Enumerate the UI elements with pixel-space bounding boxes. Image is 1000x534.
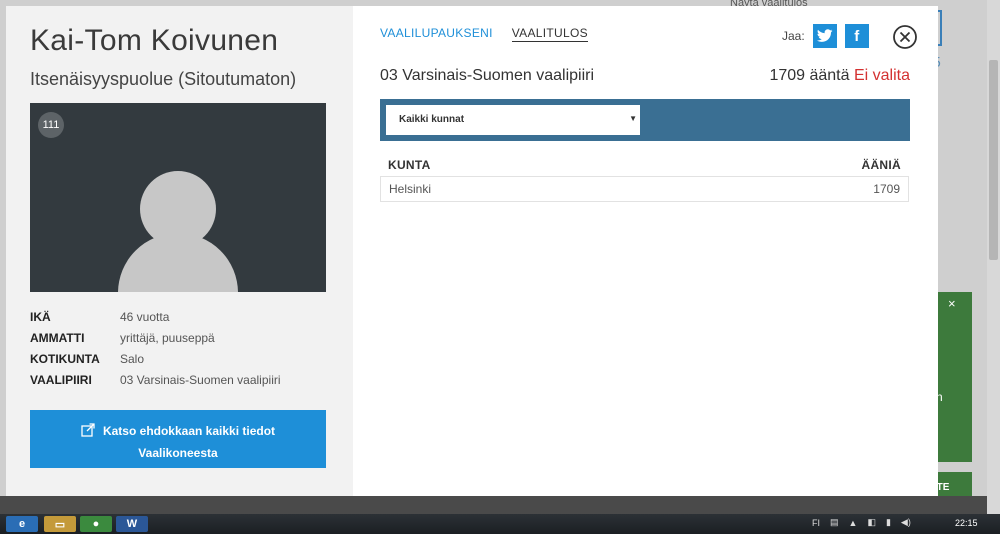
info-label: VAALIPIIRI [30,372,92,387]
background-overlay-strip [0,496,1000,514]
info-value: yrittäjä, puuseppä [120,330,215,345]
candidate-info: IKÄ 46 vuotta AMMATTI yrittäjä, puuseppä… [30,306,281,390]
results-table: KUNTA ÄÄNIÄ Helsinki 1709 [380,154,909,202]
scrollbar-thumb[interactable] [989,60,998,260]
municipality-select[interactable]: Kaikki kunnat ▼ [386,105,640,135]
info-label: AMMATTI [30,330,85,345]
candidate-party: Itsenäisyyspuolue (Sitoutumaton) [30,69,297,89]
info-label: KOTIKUNTA [30,351,100,366]
volume-icon[interactable]: ◀) [901,517,911,528]
os-taskbar: e ▭ ● W FI ▤ ▲ ◧ ▮ ◀) 22:15 [0,514,1000,534]
keyboard-icon[interactable]: ▤ [830,517,839,528]
view-all-details-button[interactable]: Katso ehdokkaan kaikki tiedot Vaalikonee… [30,410,326,468]
electoral-district: 03 Varsinais-Suomen vaalipiiri [380,67,595,84]
language-indicator[interactable]: FI [812,518,820,528]
page-scrollbar[interactable] [987,0,1000,514]
avatar-placeholder-body [118,233,238,292]
info-value: 03 Varsinais-Suomen vaalipiiri [120,372,281,387]
system-tray: FI ▤ ▲ ◧ ▮ ◀) [812,517,911,528]
candidate-name: Kai-Tom Koivunen [30,24,279,57]
filter-bar: Kaikki kunnat ▼ [380,99,910,141]
column-header-votes: ÄÄNIÄ [861,158,901,172]
tab-election-result[interactable]: VAALITULOS [511,26,588,42]
tab-bar: VAALILUPAUKSENI VAALITULOS [380,26,588,42]
candidate-number-badge: 111 [38,112,64,138]
result-panel: VAALILUPAUKSENI VAALITULOS Jaa: f 03 Var… [353,6,938,496]
background-green-close-icon: × [948,296,956,311]
cta-label-1: Katso ehdokkaan kaikki tiedot [102,424,276,438]
twitter-share-button[interactable] [812,24,837,48]
info-label: IKÄ [30,309,51,324]
info-row-occupation: AMMATTI yrittäjä, puuseppä [30,327,281,348]
chrome-icon[interactable]: ● [80,516,112,532]
info-value: Salo [120,351,145,366]
internet-explorer-icon[interactable]: e [6,516,38,532]
cell-municipality: Helsinki [389,182,432,196]
external-link-icon [81,423,95,437]
twitter-icon [816,29,833,42]
signal-icon[interactable]: ▮ [886,517,891,528]
select-value: Kaikki kunnat [399,114,465,125]
info-row-municipality: KOTIKUNTA Salo [30,348,281,369]
facebook-share-button[interactable]: f [844,24,869,48]
tray-arrow-icon[interactable]: ▲ [849,518,858,528]
word-icon[interactable]: W [116,516,148,532]
candidate-photo: 111 [30,103,326,292]
system-clock[interactable]: 22:15 [955,518,978,528]
table-header: KUNTA ÄÄNIÄ [380,154,909,176]
info-row-age: IKÄ 46 vuotta [30,306,281,327]
network-icon[interactable]: ◧ [867,517,876,528]
cta-line-1: Katso ehdokkaan kaikki tiedot [30,420,326,442]
share-label: Jaa: [782,29,805,43]
share-bar: Jaa: f [782,24,869,48]
close-modal-button[interactable] [892,24,918,50]
background-green-panel [938,292,972,462]
tab-election-promises[interactable]: VAALILUPAUKSENI [380,26,493,42]
facebook-icon: f [854,27,860,45]
candidate-panel: Kai-Tom Koivunen Itsenäisyyspuolue (Sito… [6,6,353,496]
vote-count: 1709 ääntä [769,67,850,84]
file-explorer-icon[interactable]: ▭ [44,516,76,532]
column-header-municipality: KUNTA [388,158,431,172]
vote-summary: 1709 ääntä Ei valita [769,67,910,85]
candidate-modal: Kai-Tom Koivunen Itsenäisyyspuolue (Sito… [6,6,938,496]
cta-label-2: Vaalikoneesta [138,446,218,460]
dropdown-caret-icon: ▼ [629,114,637,123]
cell-votes: 1709 [873,182,900,196]
info-value: 46 vuotta [120,309,170,324]
election-status: Ei valita [853,67,910,84]
table-row: Helsinki 1709 [380,176,909,202]
info-row-district: VAALIPIIRI 03 Varsinais-Suomen vaalipiir… [30,369,281,390]
